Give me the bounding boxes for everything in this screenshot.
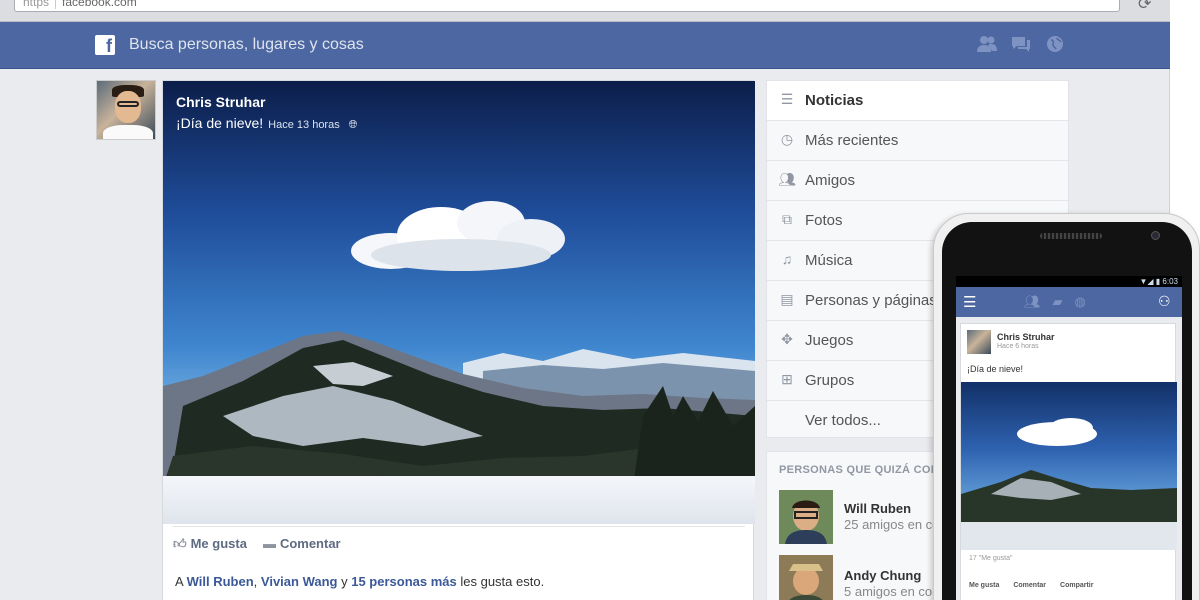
music-icon: ♫ xyxy=(781,251,793,267)
likes-prefix: A xyxy=(175,574,183,589)
likes-count-link[interactable]: 15 personas más xyxy=(351,574,457,589)
phone-clock: 6:03 xyxy=(1162,277,1178,286)
like-button[interactable]: 👍︎ Me gusta xyxy=(173,536,247,552)
top-icons xyxy=(975,34,1067,56)
person-avatar[interactable] xyxy=(779,555,833,600)
nav-item-label: Grupos xyxy=(805,372,855,389)
post-timestamp[interactable]: Hace 13 horas xyxy=(268,119,340,131)
post-author-name[interactable]: Chris Struhar xyxy=(997,332,1055,342)
like-label: Me gusta xyxy=(190,536,247,551)
top-navigation-bar: f Busca personas, lugares y cosas xyxy=(0,22,1170,69)
nav-item-noticias[interactable]: ☰ Noticias xyxy=(767,81,1068,121)
person-name[interactable]: Andy Chung xyxy=(844,568,921,583)
notifications-globe-icon[interactable] xyxy=(1043,34,1067,56)
post-status-text: ¡Día de nieve! xyxy=(967,364,1024,374)
nav-item-label: Fotos xyxy=(805,212,843,229)
liker-link[interactable]: Vivian Wang xyxy=(261,574,338,589)
post-photo[interactable]: Chris Struhar ¡Día de nieve! Hace 13 hora… xyxy=(163,81,755,524)
likes-and: y xyxy=(341,574,348,589)
divider xyxy=(173,526,745,527)
friend-requests-icon[interactable]: 👥︎ xyxy=(1024,294,1041,310)
search-input[interactable]: Busca personas, lugares y cosas xyxy=(129,36,364,54)
post-status-text: ¡Día de nieve! xyxy=(176,115,264,131)
facebook-logo-icon[interactable]: f xyxy=(95,35,115,56)
friend-requests-icon[interactable] xyxy=(975,34,999,56)
comment-icon: ▬ xyxy=(262,536,276,551)
phone-screen: ▼◢ ▮ 6:03 ☰ 👥︎ ▰ ◍ ⚇ Chris Struhar Hace … xyxy=(956,276,1182,600)
comment-button[interactable]: ▬ Comentar xyxy=(263,536,341,552)
comment-button[interactable]: Comentar xyxy=(1013,582,1046,589)
mobile-photo-art xyxy=(961,418,1177,550)
liker-link[interactable]: Will Ruben xyxy=(187,574,254,589)
likes-separator: , xyxy=(253,574,258,589)
mobile-post-card: Chris Struhar Hace 6 horas ¡Día de nieve… xyxy=(960,323,1177,600)
post-actions: 👍︎ Me gusta ▬ Comentar xyxy=(173,536,341,552)
url-protocol: https xyxy=(23,0,57,9)
friends-icon: 👥︎ xyxy=(778,171,796,187)
groups-icon: ⊞ xyxy=(781,371,793,387)
news-feed-icon: ☰ xyxy=(780,91,794,107)
post-status-line: ¡Día de nieve! Hace 13 horas 🌐︎ xyxy=(176,115,357,132)
phone-status-bar: ▼◢ ▮ 6:03 xyxy=(956,276,1182,287)
nav-item-label: Amigos xyxy=(805,172,856,189)
clock-icon: ◷ xyxy=(780,131,794,147)
address-bar[interactable]: https facebook.com xyxy=(14,0,1120,12)
messages-icon[interactable] xyxy=(1009,34,1033,56)
phone-mockup: ▼◢ ▮ 6:03 ☰ 👥︎ ▰ ◍ ⚇ Chris Struhar Hace … xyxy=(933,213,1200,600)
mobile-top-icons: 👥︎ ▰ ◍ xyxy=(1024,294,1086,310)
photos-icon: ⧉ xyxy=(782,211,792,227)
nav-item-label: Juegos xyxy=(805,332,854,349)
post-author-name[interactable]: Chris Struhar xyxy=(176,94,265,110)
cloud xyxy=(351,201,565,271)
author-avatar[interactable] xyxy=(967,330,991,354)
snow-foreground xyxy=(163,476,755,524)
friend-list-icon[interactable]: ⚇ xyxy=(1158,293,1171,310)
likes-count[interactable]: 17 "Me gusta" xyxy=(969,555,1013,562)
news-feed-post: Chris Struhar ¡Día de nieve! Hace 13 hora… xyxy=(162,80,755,600)
nav-item-recientes[interactable]: ◷ Más recientes xyxy=(767,121,1068,161)
post-timestamp[interactable]: Hace 6 horas xyxy=(997,343,1039,350)
browser-toolbar: https facebook.com ⟳ xyxy=(0,0,1170,22)
likes-suffix: les gusta esto. xyxy=(460,574,545,589)
pages-icon: ▤ xyxy=(780,291,794,307)
post-photo[interactable] xyxy=(961,382,1177,550)
privacy-globe-icon[interactable]: 🌐︎ xyxy=(349,119,358,131)
person-avatar[interactable] xyxy=(779,490,833,544)
notifications-globe-icon[interactable]: ◍ xyxy=(1075,294,1086,310)
reload-icon[interactable]: ⟳ xyxy=(1138,0,1151,14)
messages-icon[interactable]: ▰ xyxy=(1053,294,1063,310)
nav-item-amigos[interactable]: 👥︎ Amigos xyxy=(767,161,1068,201)
url-text: facebook.com xyxy=(62,0,137,9)
like-button[interactable]: Me gusta xyxy=(969,582,999,589)
phone-camera xyxy=(1151,231,1160,240)
author-avatar[interactable] xyxy=(96,80,156,140)
comment-label: Comentar xyxy=(279,536,341,551)
games-icon: ✥ xyxy=(781,331,793,347)
nav-item-label: Música xyxy=(805,252,853,269)
nav-item-label: Ver todos... xyxy=(805,412,881,429)
nav-item-label: Noticias xyxy=(805,92,864,109)
mobile-top-bar: ☰ 👥︎ ▰ ◍ ⚇ xyxy=(956,287,1182,317)
nav-item-label: Más recientes xyxy=(805,132,899,149)
share-button[interactable]: Compartir xyxy=(1060,582,1093,589)
menu-icon[interactable]: ☰ xyxy=(963,293,976,311)
phone-speaker xyxy=(1040,233,1102,239)
person-name[interactable]: Will Ruben xyxy=(844,501,911,516)
nav-item-label: Personas y páginas xyxy=(805,292,937,309)
mobile-post-actions: Me gusta Comentar Compartir xyxy=(969,582,1093,589)
thumbs-up-icon: 👍︎ xyxy=(173,536,187,551)
likes-summary: A Will Ruben, Vivian Wang y 15 personas … xyxy=(175,574,544,589)
